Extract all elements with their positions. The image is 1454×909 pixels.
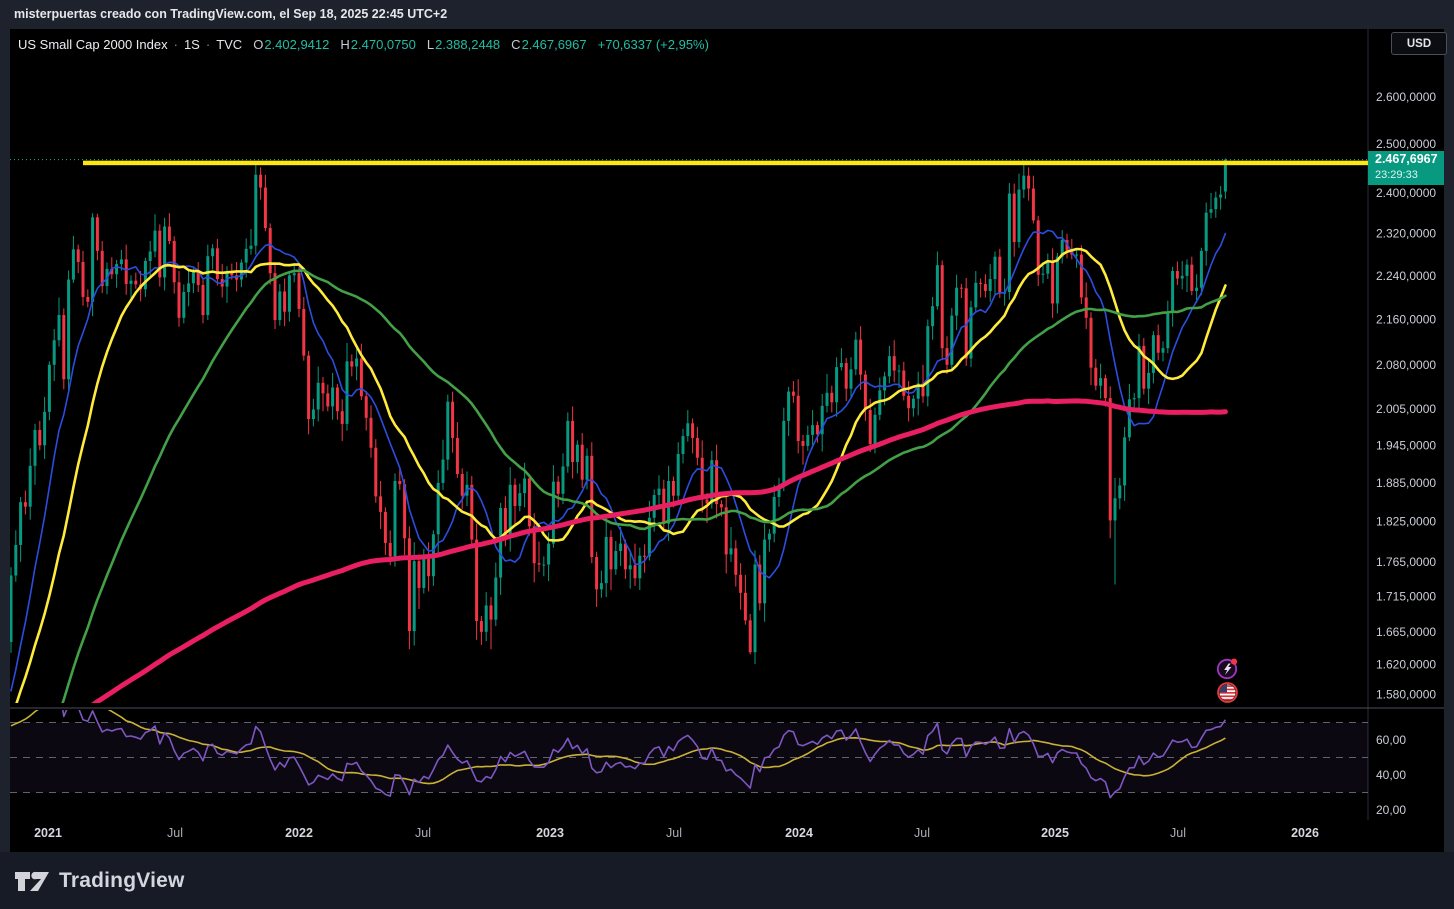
symbol-legend: US Small Cap 2000 Index · 1S · TVC O 2.4… xyxy=(18,34,709,54)
time-tick-label: Jul xyxy=(1170,826,1186,840)
price-tick-label: 2.005,0000 xyxy=(1376,402,1436,416)
price-tick-label: 2.600,0000 xyxy=(1376,90,1436,104)
price-tick-label: 1.885,0000 xyxy=(1376,476,1436,490)
horizontal-ray xyxy=(83,160,1368,166)
time-tick-label: Jul xyxy=(666,826,682,840)
high-label: H xyxy=(340,36,350,52)
candles-series xyxy=(10,158,1227,664)
price-tick-label: 1.825,0000 xyxy=(1376,515,1436,529)
time-tick-label: Jul xyxy=(415,826,431,840)
price-tick-label: 2.160,0000 xyxy=(1376,312,1436,326)
high-value: 2.470,0750 xyxy=(350,36,416,52)
low-value: 2.388,2448 xyxy=(435,36,501,52)
price-tick-label: 2.320,0000 xyxy=(1376,227,1436,241)
rsi-tick-label: 60,00 xyxy=(1376,733,1406,747)
us-flag-icon[interactable] xyxy=(1216,681,1239,704)
moving-averages xyxy=(10,229,1228,703)
price-tick-label: 1.765,0000 xyxy=(1376,555,1436,569)
currency-button[interactable]: USD xyxy=(1391,32,1447,55)
price-tick-label: 2.400,0000 xyxy=(1376,186,1436,200)
sma-200-line xyxy=(91,398,1228,703)
open-value: 2.402,9412 xyxy=(264,36,330,52)
legend-separator: · xyxy=(173,36,178,52)
time-tick-label: 2022 xyxy=(285,826,313,840)
close-value: 2.467,6967 xyxy=(521,36,587,52)
price-tick-label: 1.580,0000 xyxy=(1376,688,1436,702)
rsi-tick-label: 20,00 xyxy=(1376,803,1406,817)
time-tick-label: 2023 xyxy=(536,826,564,840)
lightning-icon[interactable] xyxy=(1216,657,1239,680)
low-label: L xyxy=(426,36,435,52)
price-tick-label: 1.620,0000 xyxy=(1376,658,1436,672)
footer-bar: TradingView xyxy=(0,852,1454,909)
price-tick-label: 1.945,0000 xyxy=(1376,438,1436,452)
sma-20-line xyxy=(15,247,1227,703)
interval-label[interactable]: 1S xyxy=(184,37,200,52)
change-value: +70,6337 (+2,95%) xyxy=(597,36,709,52)
time-tick-label: 2026 xyxy=(1291,826,1319,840)
chart-surface[interactable]: 2.600,0000 2.500,0000 2.400,0000 2.320,0000… xyxy=(10,29,1444,852)
time-tick-label: Jul xyxy=(167,826,183,840)
rsi-tick-label: 40,00 xyxy=(1376,768,1406,782)
bar-countdown: 23:29:33 xyxy=(1375,168,1418,181)
price-tick-label: 1.665,0000 xyxy=(1376,625,1436,639)
time-tick-label: 2024 xyxy=(785,826,813,840)
chart-panel: US Small Cap 2000 Index · 1S · TVC O 2.4… xyxy=(10,29,1447,853)
sma-10-line xyxy=(10,229,1227,692)
attribution-text: misterpuertas creado con TradingView.com… xyxy=(14,7,448,21)
tradingview-logo[interactable] xyxy=(14,867,50,895)
symbol-title[interactable]: US Small Cap 2000 Index xyxy=(18,37,168,52)
close-label: C xyxy=(511,36,521,52)
legend-separator: · xyxy=(205,36,211,52)
time-tick-label: Jul xyxy=(914,826,930,840)
tradingview-screenshot: misterpuertas creado con TradingView.com… xyxy=(0,0,1454,909)
current-price-badge: 2.467,6967 23:29:33 xyxy=(1368,150,1444,185)
sma-50-line xyxy=(61,269,1227,703)
exchange-label[interactable]: TVC xyxy=(216,37,242,52)
price-tick-label: 2.080,0000 xyxy=(1376,358,1436,372)
price-tick-label: 2.500,0000 xyxy=(1376,137,1436,151)
time-tick-label: 2021 xyxy=(34,826,62,840)
current-price-value: 2.467,6967 xyxy=(1375,151,1438,166)
price-tick-label: 1.715,0000 xyxy=(1376,589,1436,603)
brand-name[interactable]: TradingView xyxy=(59,869,185,893)
price-tick-label: 2.240,0000 xyxy=(1376,269,1436,283)
attribution-bar: misterpuertas creado con TradingView.com… xyxy=(0,0,1454,28)
time-tick-label: 2025 xyxy=(1041,826,1069,840)
open-label: O xyxy=(253,36,264,52)
